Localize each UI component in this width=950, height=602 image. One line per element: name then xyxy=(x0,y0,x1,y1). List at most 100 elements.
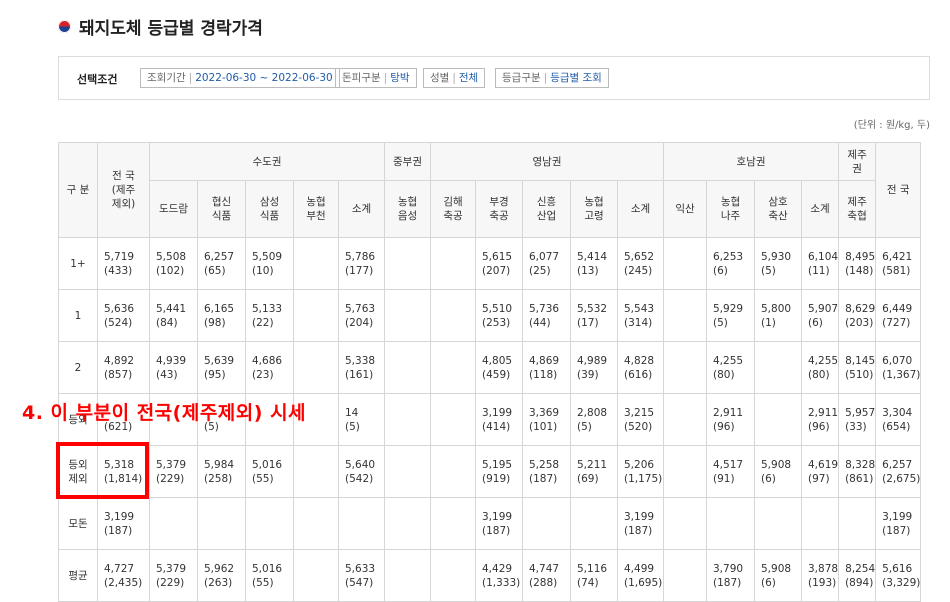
table-cell: 5,957 (33) xyxy=(838,393,877,446)
table-cell: 5,116 (74) xyxy=(570,549,618,602)
table-cell: 4,517 (91) xyxy=(706,445,755,498)
subheader-cell: 신흥 산업 xyxy=(522,180,571,238)
table-cell xyxy=(430,497,476,550)
table-row: 모돈 3,199 (187) 3,199 (187) 3,199 (187) 3,199… xyxy=(58,497,922,550)
table-cell: 5,016 (55) xyxy=(245,549,294,602)
table-cell: 4,499 (1,695) xyxy=(617,549,664,602)
table-cell: 5,195 (919) xyxy=(475,445,523,498)
table-cell: 3,790 (187) xyxy=(706,549,755,602)
table-cell: 5,016 (55) xyxy=(245,445,294,498)
table-cell: 5,616 (3,329) xyxy=(875,549,922,602)
table-cell: 6,449 (727) xyxy=(875,289,922,342)
table-cell: 3,199 (187) xyxy=(97,497,150,550)
table-cell xyxy=(430,341,476,394)
table-cell: 8,629 (203) xyxy=(838,289,877,342)
table-cell: 5,719 (433) xyxy=(97,237,150,290)
table-cell: 4,255 (80) xyxy=(706,341,755,394)
table-cell: 5,338 (161) xyxy=(338,341,385,394)
filter-chip-grade[interactable]: 등급구분 | 등급별 조회 xyxy=(495,68,609,88)
table-cell: 6,421 (581) xyxy=(875,237,922,290)
table-cell: 5,509 (10) xyxy=(245,237,294,290)
table-cell: 3,199 (187) xyxy=(617,497,664,550)
table-cell xyxy=(663,549,707,602)
table-cell xyxy=(663,341,707,394)
table-cell: 3,369 (101) xyxy=(522,393,571,446)
table-cell: 3,199 (414) xyxy=(475,393,523,446)
table-cell xyxy=(754,341,802,394)
row-label: 1+ xyxy=(58,237,98,290)
table-cell xyxy=(197,497,246,550)
table-cell: 6,077 (25) xyxy=(522,237,571,290)
table-cell: 4,255 (80) xyxy=(800,341,840,394)
filter-chip-sex[interactable]: 성별 | 전체 xyxy=(423,68,486,88)
table-cell: 6,104 (11) xyxy=(800,237,840,290)
header-yeongnam: 영남권 xyxy=(430,142,664,181)
chip-label: 성별 xyxy=(430,72,450,84)
page-title-text: 돼지도체 등급별 경락가격 xyxy=(79,19,263,39)
table-cell: 5,636 (524) xyxy=(97,289,150,342)
table-cell: 5,908 (6) xyxy=(754,549,802,602)
table-cell: 5,414 (13) xyxy=(570,237,618,290)
table-cell: 6,253 (6) xyxy=(706,237,755,290)
table-cell: 5,640 (542) xyxy=(338,445,385,498)
table-cell: 5,441 (84) xyxy=(149,289,198,342)
table-cell: 4,939 (43) xyxy=(149,341,198,394)
table-cell xyxy=(293,341,339,394)
chip-label: 조회기간 xyxy=(147,72,186,84)
table-cell xyxy=(430,549,476,602)
row-label: 1 xyxy=(58,289,98,342)
row-label: 평균 xyxy=(58,549,98,602)
table-cell xyxy=(663,289,707,342)
unit-label: (단위 : 원/kg, 두) xyxy=(853,120,930,131)
header-honam: 호남권 xyxy=(662,142,840,181)
table-cell: 3,199 (187) xyxy=(875,497,922,550)
table-row: 2 4,892 (857) 4,939 (43) 5,639 (95) 4,686 (2… xyxy=(58,341,922,394)
table-cell xyxy=(522,497,571,550)
table-cell: 4,892 (857) xyxy=(97,341,150,394)
table-cell: 5,929 (5) xyxy=(706,289,755,342)
subheader-cell: 농협 나주 xyxy=(706,180,755,238)
table-cell: 4,429 (1,333) xyxy=(475,549,523,602)
table-cell xyxy=(338,497,385,550)
chip-value: 전체 xyxy=(458,72,479,84)
table-cell: 2,911 (96) xyxy=(706,393,755,446)
table-cell: 14 (5) xyxy=(338,393,385,446)
subheader-cell: 부경 축공 xyxy=(475,180,523,238)
subheader-cell: 소계 xyxy=(338,180,385,238)
table-cell: 5,258 (187) xyxy=(522,445,571,498)
subheader-cell: 농협 음성 xyxy=(384,180,431,238)
filter-chip-period[interactable]: 조회기간 | 2022-06-30 ~ 2022-06-30 xyxy=(140,68,340,88)
subheader-cell: 도드람 xyxy=(149,180,198,238)
table-cell xyxy=(245,497,294,550)
table-row: 1 5,636 (524) 5,441 (84) 6,165 (98) 5,133 (2… xyxy=(58,289,922,342)
filter-chip-skin[interactable]: 돈피구분 | 탕박 xyxy=(335,68,417,88)
table-cell xyxy=(570,497,618,550)
header-jungbu: 중부권 xyxy=(384,142,431,181)
subheader-cell: 농협 부천 xyxy=(293,180,339,238)
table-cell: 4,747 (288) xyxy=(522,549,571,602)
chip-value: 등급별 조회 xyxy=(550,72,602,84)
filter-box: 선택조건 조회기간 | 2022-06-30 ~ 2022-06-30 돈피구분 | 탕… xyxy=(58,56,930,100)
table-cell: 5,211 (69) xyxy=(570,445,618,498)
table-cell: 2,911 (96) xyxy=(800,393,840,446)
subheader-cell: 삼호 축산 xyxy=(754,180,802,238)
table-row: 1+ 5,719 (433) 5,508 (102) 6,257 (65) 5,509 … xyxy=(58,237,922,290)
chip-label: 돈피구분 xyxy=(342,72,381,84)
chip-value: 2022-06-30 ~ 2022-06-30 xyxy=(195,72,333,84)
annotation-text: 4. 이 부분이 전국(제주제외) 시세 xyxy=(22,402,307,424)
table-cell xyxy=(384,497,431,550)
table-cell xyxy=(384,549,431,602)
table-cell: 5,907 (6) xyxy=(800,289,840,342)
table-cell: 5,633 (547) xyxy=(338,549,385,602)
table-cell: 5,508 (102) xyxy=(149,237,198,290)
table-cell: 5,379 (229) xyxy=(149,549,198,602)
price-table: 구 분 전 국 (제주 제외) 수도권 중부권 영남권 호남권 제주 권 전 국… xyxy=(58,142,922,602)
table-cell: 5,763 (204) xyxy=(338,289,385,342)
table-cell xyxy=(149,497,198,550)
table-cell: 5,639 (95) xyxy=(197,341,246,394)
table-cell: 5,379 (229) xyxy=(149,445,198,498)
header-jeju: 제주 권 xyxy=(838,142,877,181)
table-cell: 6,165 (98) xyxy=(197,289,246,342)
table-header: 구 분 전 국 (제주 제외) 수도권 중부권 영남권 호남권 제주 권 전 국… xyxy=(58,142,922,238)
table-cell: 8,145 (510) xyxy=(838,341,877,394)
